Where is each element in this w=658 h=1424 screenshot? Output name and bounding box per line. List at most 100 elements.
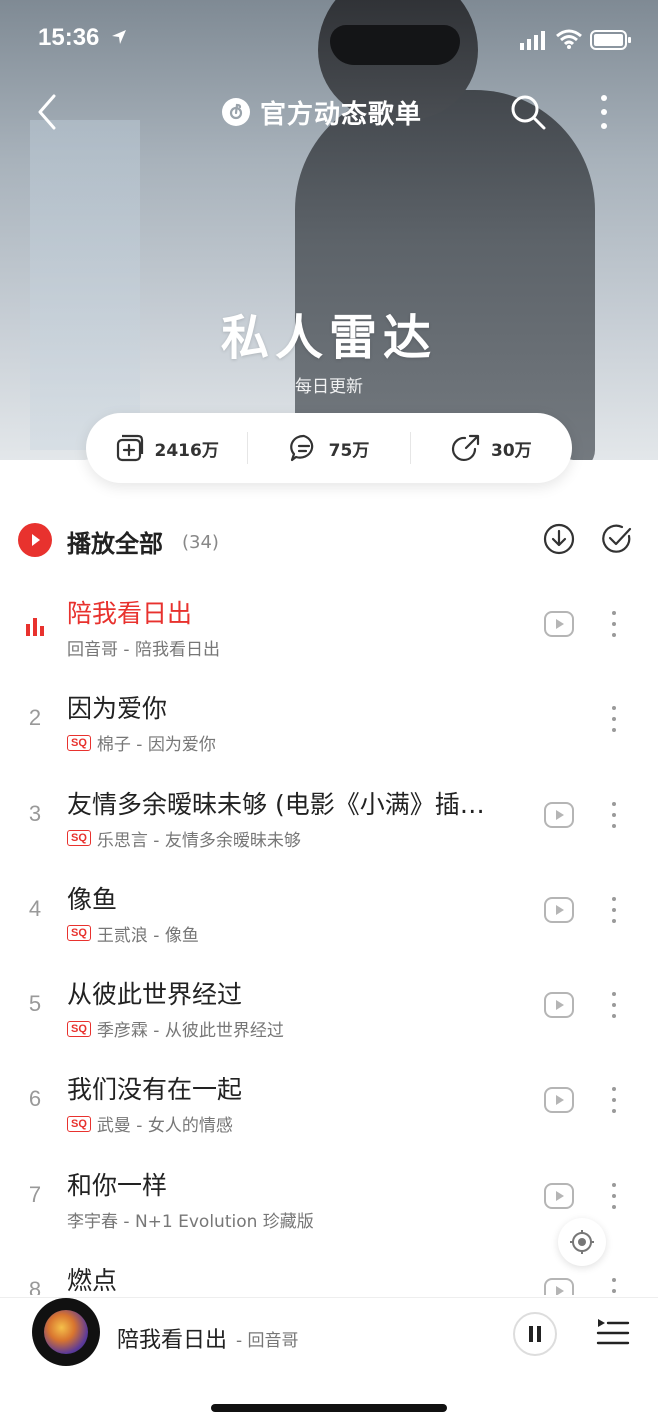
comment-count: 75万 (328, 440, 370, 461)
share-button[interactable]: 30万 (409, 432, 572, 464)
sq-quality-badge: SQ (67, 1020, 91, 1037)
song-index: 3 (28, 800, 42, 826)
sq-quality-badge: SQ (67, 1115, 91, 1132)
song-title: 从彼此世界经过 (67, 980, 243, 1010)
share-icon (451, 434, 480, 461)
song-row[interactable]: 陪我看日出回音哥 - 陪我看日出 (0, 580, 658, 675)
mv-play-icon[interactable] (543, 1084, 575, 1116)
play-all-label[interactable]: 播放全部 (67, 524, 163, 559)
sq-quality-badge: SQ (67, 925, 91, 942)
download-icon[interactable] (542, 522, 576, 556)
song-more-icon[interactable] (604, 703, 624, 735)
mini-player-artist: - 回音哥 (236, 1331, 299, 1351)
status-time: 15:36 (38, 24, 100, 51)
location-arrow-icon (112, 30, 126, 44)
album-art[interactable] (32, 1298, 100, 1366)
background-window (30, 120, 140, 450)
song-title: 燃点 (67, 1266, 118, 1295)
mv-play-icon[interactable] (543, 608, 575, 640)
song-row[interactable]: 6 我们没有在一起 SQ 武曼 - 女人的情感 (0, 1056, 658, 1151)
song-meta-text: 乐思言 - 友情多余暧昧未够 (96, 830, 301, 851)
search-icon[interactable] (508, 92, 548, 132)
song-list: 陪我看日出回音哥 - 陪我看日出 2 因为爱你 SQ 棉子 - 因为爱你 3 友情多余暧昧未… (0, 580, 658, 1295)
collect-count: 2416万 (154, 440, 219, 461)
song-more-icon[interactable] (604, 1275, 624, 1295)
back-arrow-icon[interactable] (32, 92, 64, 132)
wifi-icon (556, 29, 582, 49)
song-more-icon[interactable] (604, 799, 624, 831)
play-all-icon[interactable] (18, 523, 52, 557)
song-more-icon[interactable] (604, 608, 624, 640)
song-more-icon[interactable] (604, 1084, 624, 1116)
song-meta-text: 李宇春 - N+1 Evolution 珍藏版 (67, 1211, 314, 1232)
song-count: (34) (182, 532, 219, 553)
song-index: 8 (28, 1277, 42, 1295)
battery-icon (590, 30, 631, 50)
comment-icon (289, 434, 313, 462)
song-artist-album: 回音哥 - 陪我看日出 (67, 635, 220, 660)
song-more-icon[interactable] (604, 894, 624, 926)
song-row[interactable]: 2 因为爱你 SQ 棉子 - 因为爱你 (0, 675, 658, 770)
song-artist-album: SQ 棉子 - 因为爱你 (67, 730, 216, 755)
song-row[interactable]: 8 燃点 (0, 1247, 658, 1295)
song-title: 和你一样 (67, 1170, 168, 1200)
cover-figure-body (295, 90, 595, 460)
song-index: 5 (28, 991, 42, 1017)
play-all-row[interactable]: 播放全部 (34) (0, 510, 658, 570)
mv-play-icon[interactable] (543, 989, 575, 1021)
song-more-icon[interactable] (604, 1180, 624, 1212)
song-index: 4 (28, 895, 42, 921)
nav-title: 官方动态歌单 (260, 99, 423, 130)
mv-play-icon[interactable] (543, 1180, 575, 1212)
multi-select-icon[interactable] (600, 522, 634, 556)
song-row[interactable]: 3 友情多余暧昧未够 (电影《小满》插… SQ 乐思言 - 友情多余暧昧未够 (0, 771, 658, 866)
mv-play-icon[interactable] (543, 894, 575, 926)
nav-title-group: 官方动态歌单 (222, 92, 422, 132)
song-title: 我们没有在一起 (67, 1075, 243, 1105)
song-index: 2 (28, 705, 42, 731)
sq-quality-badge: SQ (67, 734, 91, 751)
song-meta-text: 武曼 - 女人的情感 (96, 1116, 233, 1137)
song-artist-album: SQ 武曼 - 女人的情感 (67, 1111, 233, 1136)
album-art-image (44, 1310, 88, 1354)
now-playing-equalizer-icon (26, 618, 44, 636)
song-artist-album: SQ 乐思言 - 友情多余暧昧未够 (67, 826, 301, 851)
locate-current-song-button[interactable] (558, 1218, 606, 1266)
mini-player[interactable]: 陪我看日出 - 回音哥 (0, 1297, 658, 1424)
comment-button[interactable]: 75万 (247, 432, 409, 464)
playlist-queue-icon[interactable] (596, 1316, 630, 1350)
share-count: 30万 (490, 440, 532, 461)
mv-play-icon[interactable] (543, 799, 575, 831)
pause-icon (529, 1326, 541, 1342)
song-row[interactable]: 4 像鱼 SQ 王贰浪 - 像鱼 (0, 866, 658, 961)
cellular-signal-icon (520, 31, 545, 50)
playlist-subtitle: 每日更新 (295, 377, 363, 397)
mv-play-icon[interactable] (543, 1275, 575, 1295)
song-more-icon[interactable] (604, 989, 624, 1021)
song-artist-album: SQ 季彦霖 - 从彼此世界经过 (67, 1016, 284, 1041)
song-artist-album: 李宇春 - N+1 Evolution 珍藏版 (67, 1207, 314, 1232)
song-meta-text: 回音哥 - 陪我看日出 (67, 640, 220, 660)
mini-player-title: 陪我看日出 (117, 1328, 228, 1353)
home-indicator (211, 1404, 447, 1412)
song-index: 7 (28, 1181, 42, 1207)
song-meta-text: 棉子 - 因为爱你 (96, 735, 216, 756)
navigation-bar: 官方动态歌单 (0, 80, 658, 144)
song-meta-text: 季彦霖 - 从彼此世界经过 (96, 1021, 284, 1042)
add-to-collection-icon (116, 434, 143, 462)
more-vertical-icon[interactable] (590, 90, 618, 134)
song-title: 友情多余暧昧未够 (电影《小满》插… (67, 789, 485, 819)
song-row[interactable]: 5 从彼此世界经过 SQ 季彦霖 - 从彼此世界经过 (0, 961, 658, 1056)
song-title: 因为爱你 (67, 694, 168, 724)
song-meta-text: 王贰浪 - 像鱼 (96, 925, 199, 946)
status-bar: 15:36 (0, 0, 658, 80)
song-artist-album: SQ 王贰浪 - 像鱼 (67, 921, 199, 946)
song-title: 陪我看日出 (67, 599, 193, 628)
netease-music-logo-icon (222, 98, 250, 126)
locate-target-icon (570, 1230, 594, 1254)
playlist-title: 私人雷达 (220, 310, 437, 366)
collect-button[interactable]: 2416万 (86, 413, 247, 483)
playlist-stats-bar: 2416万 75万 30万 (86, 413, 572, 483)
song-title: 像鱼 (67, 884, 118, 914)
pause-button[interactable] (513, 1312, 557, 1356)
